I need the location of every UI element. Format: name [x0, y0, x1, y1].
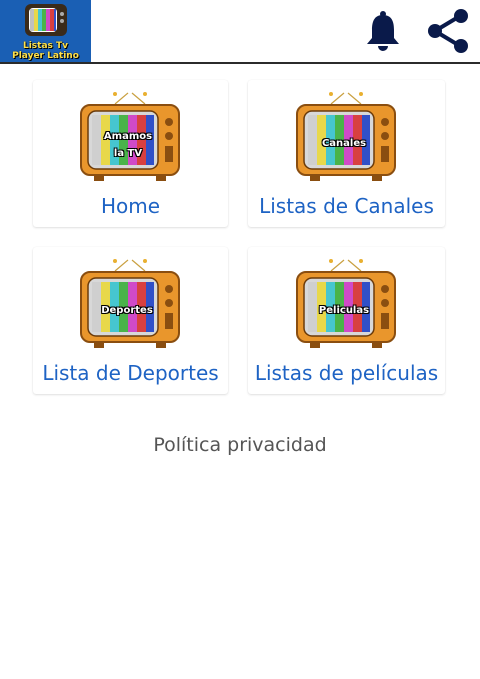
menu-label-home: Home: [100, 194, 161, 218]
tv-caption: Deportes: [101, 305, 153, 316]
tv-caption: la TV: [113, 148, 143, 159]
logo-subtitle: Player Latino: [12, 51, 79, 61]
tv-caption: Canales: [321, 138, 367, 149]
tv-caption: Peliculas: [318, 305, 370, 316]
privacy-policy-link[interactable]: Política privacidad: [0, 434, 480, 456]
bell-icon[interactable]: [364, 10, 402, 52]
logo-title: Listas Tv: [22, 41, 69, 51]
menu-card-canales[interactable]: Canales Listas de Canales: [248, 80, 445, 227]
menu-label-deportes: Lista de Deportes: [42, 361, 219, 385]
tv-caption: Amamos: [103, 131, 153, 142]
tv-icon: [80, 259, 180, 348]
tv-icon: [296, 259, 396, 348]
tv-logo-icon: [25, 4, 67, 36]
menu-label-canales: Listas de Canales: [259, 194, 434, 218]
menu-card-home[interactable]: Amamos la TV Home: [33, 80, 228, 227]
tv-icon: [296, 92, 396, 181]
menu-card-peliculas[interactable]: Peliculas Listas de películas: [248, 247, 445, 394]
app-logo: Listas Tv Player Latino: [0, 0, 91, 62]
app-header: Listas Tv Player Latino: [0, 0, 480, 64]
menu-card-deportes[interactable]: Deportes Lista de Deportes: [33, 247, 228, 394]
menu-label-peliculas: Listas de películas: [254, 361, 439, 385]
share-icon[interactable]: [425, 7, 471, 55]
